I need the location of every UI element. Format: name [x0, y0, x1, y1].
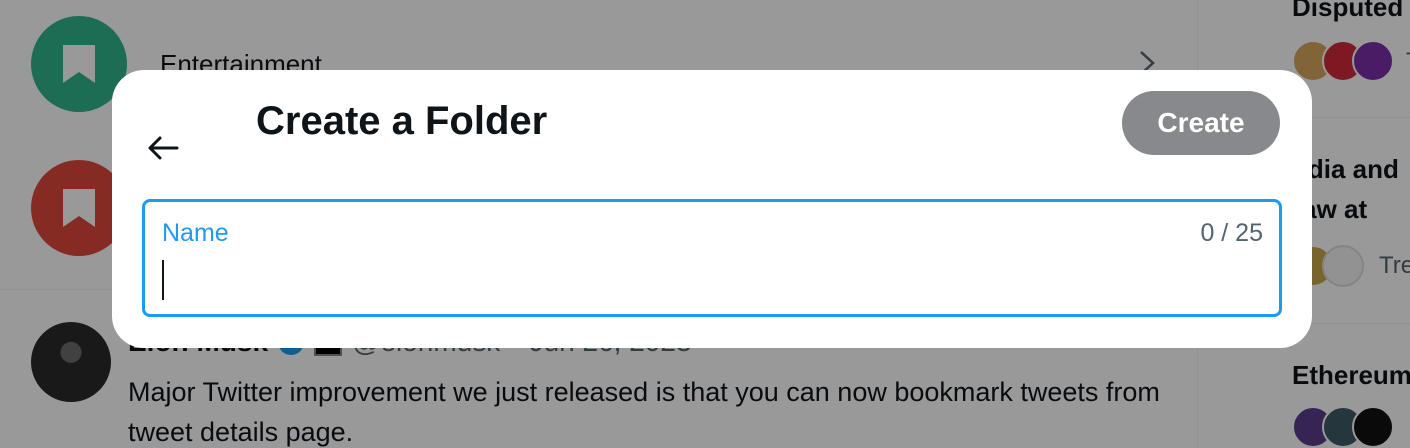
name-field[interactable]: Name 0 / 25 — [142, 199, 1282, 317]
back-arrow-icon — [148, 136, 179, 160]
dialog-title: Create a Folder — [256, 99, 548, 143]
text-caret — [162, 260, 164, 300]
create-folder-dialog: Create a Folder Create Name 0 / 25 — [112, 70, 1312, 348]
create-button[interactable]: Create — [1122, 91, 1280, 155]
name-input[interactable] — [162, 258, 1262, 302]
character-counter: 0 / 25 — [1200, 219, 1263, 247]
back-button[interactable] — [137, 122, 189, 174]
name-field-label: Name — [162, 219, 229, 247]
